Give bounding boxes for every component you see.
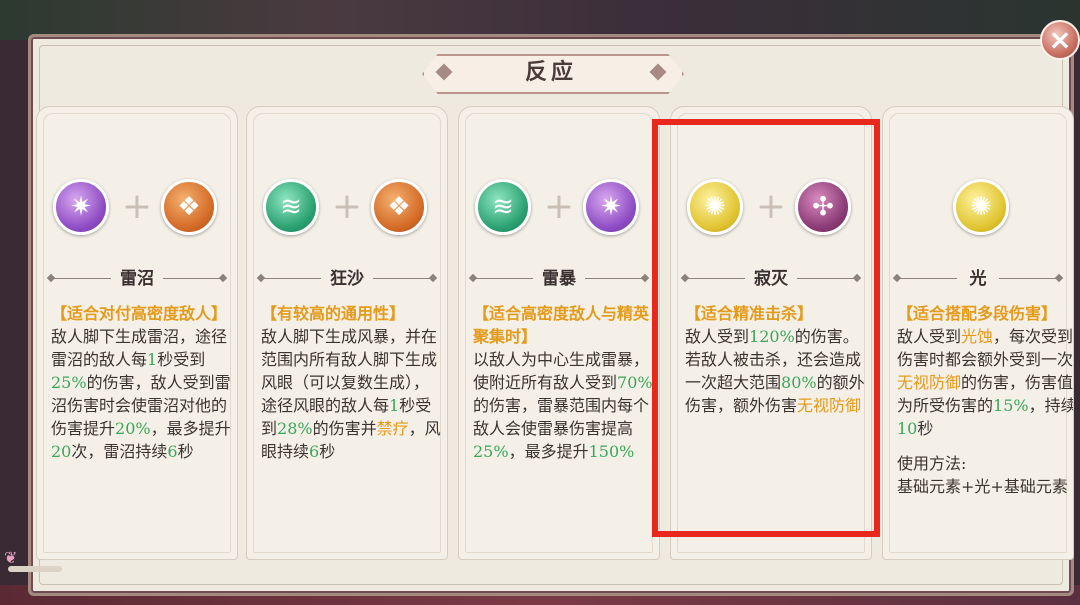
number-value: 150% — [588, 442, 635, 461]
plus-icon: + — [121, 186, 153, 227]
card-name: 光 — [969, 269, 987, 289]
number-value: 25% — [51, 373, 87, 392]
description-text: 秒受到 — [157, 350, 206, 369]
keyword-text: 光蚀 — [961, 327, 994, 346]
description-text: 秒 — [177, 442, 194, 461]
card-name: 雷沼 — [120, 269, 154, 289]
orange-rock-icon: ❖ — [161, 179, 217, 235]
description-text: ，最多提升 — [508, 442, 589, 461]
green-wind-icon: ≋ — [263, 179, 319, 235]
highlight-box — [652, 119, 880, 537]
card-description: 敌人脚下生成风暴，并在范围内所有敌人脚下生成风眼（可以复数生成），途径风眼的敌人… — [261, 325, 443, 463]
number-value: 1 — [389, 396, 400, 415]
reaction-card-3[interactable]: ≋ ✷ + 雷暴【适合高密度敌人与精英聚集时】 以敌人为中心生成雷暴，使附近所有敌人受到… — [458, 106, 660, 560]
usage-label: 使用方法: — [897, 454, 967, 473]
card-description: 以敌人为中心生成雷暴，使附近所有敌人受到70%的伤害，雷暴范围内每个敌人会使雷暴… — [473, 348, 655, 463]
number-value: 20 — [51, 442, 72, 461]
plus-icon: + — [331, 186, 363, 227]
card-name-row: 雷沼 — [47, 267, 227, 291]
yellow-light-icon: ✺ — [953, 179, 1009, 235]
number-value: 10 — [897, 419, 918, 438]
card-name: 雷暴 — [542, 269, 576, 289]
keyword-text: 无视防御 — [897, 373, 962, 392]
description-text: ，持续 — [1028, 396, 1074, 415]
number-value: 15% — [993, 396, 1029, 415]
number-value: 6 — [309, 442, 320, 461]
description-text: 次，雷沼持续 — [71, 442, 168, 461]
card-tag: 【适合搭配多段伤害】 — [897, 304, 1058, 323]
description-text: ，最多提升 — [150, 419, 231, 438]
description-text: 的伤害，雷暴范围内每个敌人会使雷暴伤害提高 — [473, 396, 650, 438]
plus-icon: + — [543, 186, 575, 227]
description-text: 的伤害并 — [312, 419, 377, 438]
purple-lightning-icon: ✷ — [53, 179, 109, 235]
number-value: 6 — [167, 442, 178, 461]
reaction-card-1[interactable]: ✷ ❖ + 雷沼 【适合对付高密度敌人】 敌人脚下生成雷沼，途径雷沼的敌人每1秒受到25%… — [36, 106, 238, 560]
card-tag: 【适合高密度敌人与精英聚集时】 — [473, 304, 650, 346]
number-value: 20% — [115, 419, 151, 438]
purple-lightning-icon: ✷ — [583, 179, 639, 235]
description-text: 秒 — [319, 442, 336, 461]
number-value: 25% — [473, 442, 509, 461]
usage-text: 基础元素+光+基础元素 — [897, 477, 1068, 496]
close-button[interactable]: × — [1040, 20, 1080, 60]
reaction-card-5[interactable]: ✺ 光【适合搭配多段伤害】敌人受到光蚀，每次受到伤害时都会额外受到一次无视防御的伤… — [882, 106, 1074, 560]
page-title: 反应 — [524, 59, 577, 85]
green-wind-icon: ≋ — [475, 179, 531, 235]
card-tag: 【有较高的通用性】 — [261, 304, 406, 323]
card-name: 狂沙 — [330, 269, 364, 289]
number-value: 28% — [277, 419, 313, 438]
card-name-row: 雷暴 — [469, 267, 649, 291]
card-name-row: 狂沙 — [257, 267, 437, 291]
keyword-text: 禁疗 — [376, 419, 409, 438]
card-name-row: 光 — [893, 267, 1063, 291]
card-description: 敌人受到光蚀，每次受到伤害时都会额外受到一次无视防御的伤害，伤害值为所受伤害的1… — [897, 325, 1074, 498]
number-value: 70% — [617, 373, 653, 392]
description-text: 敌人受到 — [897, 327, 962, 346]
card-description: 敌人脚下生成雷沼，途径雷沼的敌人每1秒受到25%的伤害，敌人受到雷沼伤害时会使雷… — [51, 325, 233, 463]
orange-rock-icon: ❖ — [371, 179, 427, 235]
number-value: 1 — [147, 350, 158, 369]
butterfly-icon: ❦ — [4, 548, 18, 567]
reaction-card-2[interactable]: ≋ ❖ + 狂沙【有较高的通用性】敌人脚下生成风暴，并在范围内所有敌人脚下生成风眼（可… — [246, 106, 448, 560]
description-text: 秒 — [917, 419, 934, 438]
card-tag: 【适合对付高密度敌人】 — [51, 304, 228, 323]
